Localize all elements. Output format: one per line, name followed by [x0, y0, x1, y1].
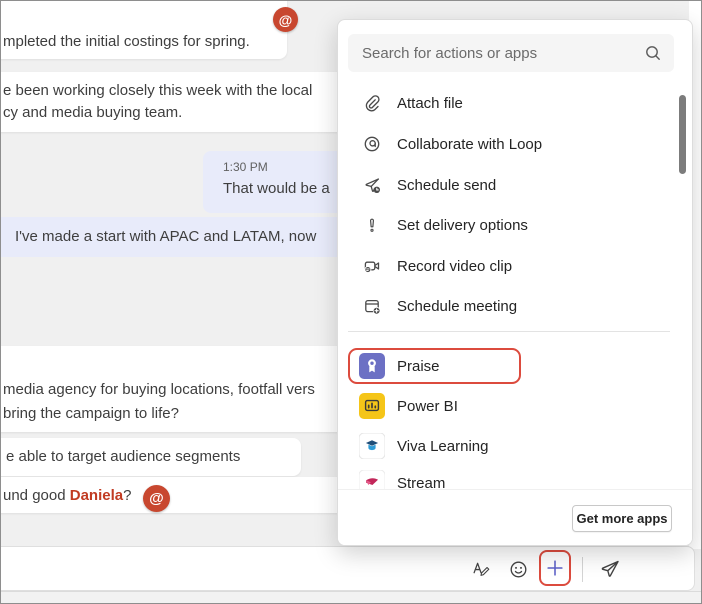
message-text: e able to target audience segments: [6, 448, 240, 465]
app-item-power-bi[interactable]: Power BI: [338, 389, 678, 423]
actions-apps-popup: Attach file Collaborate with Loop: [337, 19, 693, 546]
emoji-icon: [507, 558, 530, 581]
message-text: bring the campaign to life?: [3, 402, 345, 426]
exclamation-icon: [362, 215, 382, 235]
popup-menu-list: Attach file Collaborate with Loop: [338, 80, 693, 489]
get-more-apps-button[interactable]: Get more apps: [572, 505, 672, 532]
viva-learning-app-icon: [359, 433, 385, 459]
popup-scrollbar[interactable]: [679, 95, 686, 174]
message-bubble: e been working closely this week with th…: [0, 72, 345, 132]
format-icon: [470, 558, 492, 580]
menu-item-label: Schedule send: [397, 177, 496, 194]
popup-search-field[interactable]: [348, 34, 674, 72]
menu-item-label: Schedule meeting: [397, 298, 517, 315]
mention-text[interactable]: Daniela: [70, 487, 123, 504]
compose-divider: [582, 557, 583, 582]
search-icon: [643, 43, 663, 63]
message-text: cy and media buying team.: [3, 102, 345, 124]
menu-item-attach-file[interactable]: Attach file: [338, 86, 678, 120]
video-clip-icon: [362, 256, 382, 276]
message-text: I've made a start with APAC and LATAM, n…: [15, 228, 316, 245]
loop-icon: [362, 134, 382, 154]
plus-icon: [544, 557, 566, 579]
menu-item-record-video-clip[interactable]: Record video clip: [338, 249, 678, 283]
message-text: e been working closely this week with th…: [3, 80, 345, 102]
mention-badge-icon: @: [143, 485, 170, 512]
message-text: ?: [123, 487, 131, 504]
teams-chat-window: mpleted the initial costings for spring.…: [0, 0, 702, 604]
send-button[interactable]: [595, 554, 625, 584]
message-bubble: media agency for buying locations, footf…: [0, 346, 345, 432]
message-text: mpleted the initial costings for spring.: [3, 33, 250, 50]
send-icon: [598, 557, 622, 581]
calendar-plus-icon: [362, 296, 382, 316]
menu-item-label: Attach file: [397, 95, 463, 112]
praise-app-icon: [359, 353, 385, 379]
paperclip-icon: [362, 93, 382, 113]
window-bottom-strip: [1, 591, 702, 604]
message-bubble-own: I've made a start with APAC and LATAM, n…: [0, 217, 353, 257]
menu-item-label: Set delivery options: [397, 217, 528, 234]
message-bubble: e able to target audience segments: [0, 438, 301, 476]
menu-item-label: Stream: [397, 475, 445, 490]
menu-item-collaborate-with-loop[interactable]: Collaborate with Loop: [338, 127, 678, 161]
menu-divider: [348, 331, 670, 332]
message-text: That would be a: [223, 180, 330, 197]
app-item-stream[interactable]: Stream: [338, 466, 678, 489]
format-button[interactable]: [466, 554, 496, 584]
emoji-button[interactable]: [503, 554, 533, 584]
search-input[interactable]: [348, 34, 674, 72]
message-bubble: und good Daniela?: [0, 477, 345, 513]
menu-item-label: Record video clip: [397, 258, 512, 275]
mention-badge-icon: @: [273, 7, 298, 32]
compose-message-box[interactable]: [0, 546, 695, 591]
schedule-send-icon: [362, 175, 382, 195]
menu-item-schedule-meeting[interactable]: Schedule meeting: [338, 289, 678, 323]
at-symbol: @: [279, 12, 293, 28]
power-bi-app-icon: [359, 393, 385, 419]
stream-app-icon: [359, 470, 385, 489]
app-item-viva-learning[interactable]: Viva Learning: [338, 429, 678, 463]
menu-item-label: Viva Learning: [397, 438, 488, 455]
at-symbol: @: [149, 490, 164, 507]
app-item-praise[interactable]: Praise: [338, 349, 678, 383]
menu-item-set-delivery-options[interactable]: Set delivery options: [338, 208, 678, 242]
message-bubble: mpleted the initial costings for spring.: [0, 0, 287, 59]
menu-item-schedule-send[interactable]: Schedule send: [338, 168, 678, 202]
menu-item-label: Power BI: [397, 398, 458, 415]
message-text: und good: [3, 487, 70, 504]
popup-footer: Get more apps: [338, 489, 693, 546]
menu-item-label: Collaborate with Loop: [397, 136, 542, 153]
menu-item-label: Praise: [397, 358, 440, 375]
add-actions-button[interactable]: [539, 550, 571, 586]
message-text: media agency for buying locations, footf…: [3, 378, 345, 402]
